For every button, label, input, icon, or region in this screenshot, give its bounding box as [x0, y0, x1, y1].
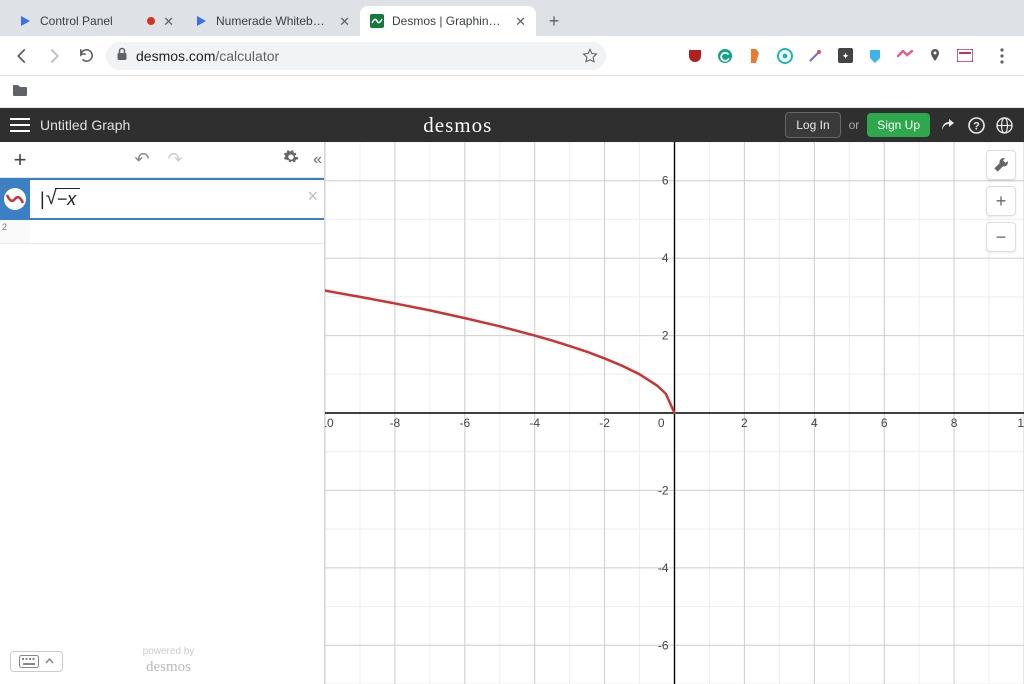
svg-text:-6: -6 [459, 416, 470, 430]
svg-text:2: 2 [741, 416, 748, 430]
signup-button[interactable]: Sign Up [867, 113, 930, 137]
collapse-panel-button[interactable]: « [313, 151, 318, 169]
back-button[interactable] [10, 44, 34, 68]
address-bar[interactable]: desmos.com/calculator [106, 42, 606, 70]
extension-wand-icon[interactable] [806, 47, 824, 65]
svg-text:-2: -2 [599, 416, 610, 430]
new-tab-button[interactable]: + [540, 7, 568, 35]
svg-text:6: 6 [662, 174, 669, 188]
menu-button[interactable] [10, 118, 30, 132]
graph-area[interactable]: -10 -8 -6 -4 -2 0 2 4 6 8 10 -6 -4 -2 2 4 6 + − [325, 142, 1024, 684]
graph-settings-button[interactable] [986, 150, 1016, 180]
svg-text:10: 10 [1017, 416, 1024, 430]
svg-text:?: ? [973, 120, 980, 132]
extension-card-icon[interactable] [956, 47, 974, 65]
svg-text:-6: -6 [658, 638, 669, 652]
expression-panel: + ↶ ↷ « 1 | √ − [0, 142, 325, 684]
workspace: + ↶ ↷ « 1 | √ − [0, 142, 1024, 684]
browser-toolbar: desmos.com/calculator ✦ [0, 36, 1024, 76]
redo-button[interactable]: ↷ [168, 149, 183, 170]
extension-pin-icon[interactable] [926, 47, 944, 65]
tab-numerade-whiteboard[interactable]: Numerade Whiteboard ✕ [184, 6, 360, 36]
numerade-icon [194, 14, 208, 28]
add-expression-button[interactable]: + [6, 146, 34, 174]
svg-text:-10: -10 [325, 416, 334, 430]
or-label: or [849, 118, 860, 132]
chrome-menu-button[interactable] [990, 44, 1014, 68]
keypad-toggle-button[interactable] [10, 651, 63, 672]
svg-text:0: 0 [658, 416, 665, 430]
share-icon[interactable] [938, 115, 958, 135]
svg-text:-8: -8 [390, 416, 401, 430]
close-icon[interactable]: ✕ [163, 15, 174, 28]
svg-text:4: 4 [811, 416, 818, 430]
extension-pink-icon[interactable] [896, 47, 914, 65]
login-button[interactable]: Log In [785, 112, 840, 138]
row-index: 2 [2, 222, 7, 232]
extensions-row: ✦ [686, 47, 974, 65]
svg-text:✦: ✦ [841, 51, 849, 61]
tab-control-panel[interactable]: Control Panel ✕ [8, 6, 184, 36]
language-icon[interactable] [994, 115, 1014, 135]
svg-text:4: 4 [662, 251, 669, 265]
svg-text:6: 6 [881, 416, 888, 430]
close-icon[interactable]: ✕ [515, 15, 526, 28]
tab-label: Desmos | Graphing Calculator [392, 14, 507, 28]
row-index: 1 [2, 182, 7, 192]
tab-label: Control Panel [40, 14, 139, 28]
zoom-out-button[interactable]: − [986, 222, 1016, 252]
expression-row-1[interactable]: 1 | √ −x × [0, 178, 324, 220]
extension-teal-icon[interactable] [776, 47, 794, 65]
desmos-logo: desmos [423, 113, 492, 137]
graph-canvas[interactable]: -10 -8 -6 -4 -2 0 2 4 6 8 10 -6 -4 -2 2 4 6 [325, 142, 1024, 684]
desmos-header: Untitled Graph desmos Log In or Sign Up … [0, 108, 1024, 142]
delete-expression-button[interactable]: × [307, 186, 318, 207]
undo-button[interactable]: ↶ [134, 149, 149, 170]
recording-dot-icon [147, 17, 155, 25]
curve-thumb-icon [4, 188, 26, 210]
desmos-icon [370, 14, 384, 28]
reload-button[interactable] [74, 44, 98, 68]
star-button[interactable] [578, 44, 602, 68]
folder-icon[interactable] [12, 83, 28, 100]
tab-label: Numerade Whiteboard [216, 14, 331, 28]
panel-footer: powered by desmos [0, 646, 324, 676]
settings-icon[interactable] [283, 149, 299, 170]
help-icon[interactable]: ? [966, 115, 986, 135]
svg-text:-4: -4 [529, 416, 540, 430]
expression-input[interactable]: | √ −x [30, 180, 324, 218]
expression-toolbar: + ↶ ↷ « [0, 142, 324, 178]
browser-tabstrip: Control Panel ✕ Numerade Whiteboard ✕ De… [0, 0, 1024, 36]
ublock-icon[interactable] [686, 47, 704, 65]
url-text: desmos.com/calculator [136, 48, 279, 64]
svg-text:2: 2 [662, 329, 669, 343]
close-icon[interactable]: ✕ [339, 15, 350, 28]
expression-row-2[interactable]: 2 [0, 220, 324, 244]
forward-button[interactable] [42, 44, 66, 68]
extension-orange-icon[interactable] [746, 47, 764, 65]
extension-square-icon[interactable]: ✦ [836, 47, 854, 65]
numerade-icon [18, 14, 32, 28]
graph-title[interactable]: Untitled Graph [40, 117, 130, 133]
graph-controls: + − [986, 150, 1016, 252]
bookmarks-bar [0, 76, 1024, 108]
svg-text:-2: -2 [658, 483, 669, 497]
svg-text:8: 8 [951, 416, 958, 430]
svg-text:-4: -4 [658, 561, 669, 575]
tab-desmos[interactable]: Desmos | Graphing Calculator ✕ [360, 6, 536, 36]
powered-by-label: powered by desmos [143, 646, 195, 676]
lock-icon [116, 47, 128, 64]
zoom-in-button[interactable]: + [986, 186, 1016, 216]
extension-blue-icon[interactable] [866, 47, 884, 65]
grammarly-icon[interactable] [716, 47, 734, 65]
